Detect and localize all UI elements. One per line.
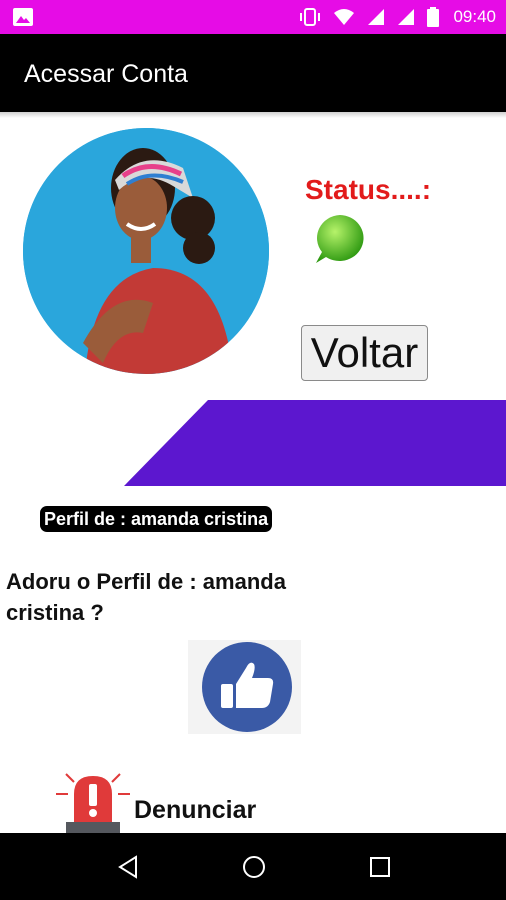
siren-alert-icon[interactable] bbox=[52, 766, 132, 834]
report-button-label[interactable]: Denunciar bbox=[134, 796, 256, 825]
recents-icon[interactable] bbox=[366, 853, 394, 881]
status-label: Status....: bbox=[305, 174, 432, 205]
home-icon[interactable] bbox=[240, 853, 268, 881]
wifi-icon bbox=[334, 9, 355, 25]
profile-avatar bbox=[23, 128, 269, 374]
back-button[interactable]: Voltar bbox=[301, 325, 428, 381]
like-button[interactable] bbox=[188, 640, 301, 734]
profile-name-label: Perfil de : amanda cristina bbox=[40, 506, 273, 532]
app-bar-shadow bbox=[0, 112, 506, 118]
app-bar: Acessar Conta bbox=[0, 34, 506, 112]
vibrate-icon bbox=[300, 8, 321, 26]
online-bubble-icon bbox=[316, 215, 364, 263]
thumbs-up-icon bbox=[202, 642, 292, 732]
clock: 09:40 bbox=[453, 7, 496, 26]
back-icon[interactable] bbox=[114, 853, 142, 881]
signal-icon bbox=[368, 9, 385, 25]
navigation-bar bbox=[0, 833, 506, 900]
decorative-banner bbox=[124, 400, 506, 486]
status-bar: 09:40 bbox=[0, 0, 506, 34]
like-question: Adoru o Perfil de : amanda cristina ? bbox=[6, 569, 286, 625]
page-title: Acessar Conta bbox=[24, 60, 188, 88]
gallery-icon bbox=[13, 8, 33, 26]
battery-icon bbox=[427, 7, 440, 27]
profile-photo bbox=[23, 128, 269, 374]
signal-icon bbox=[398, 9, 415, 25]
